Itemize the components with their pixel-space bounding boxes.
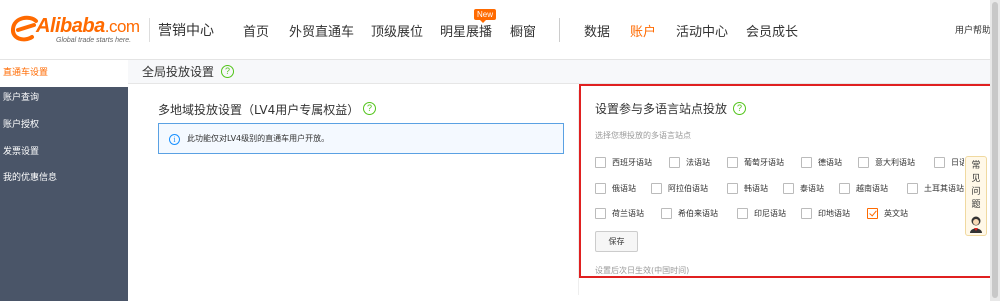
nav-activity-center[interactable]: 活动中心: [676, 21, 728, 40]
nav-star-showcase[interactable]: 明星展播: [440, 21, 492, 40]
multi-region-title: 多地域投放设置（LV4用户专属权益）: [158, 103, 360, 117]
vertical-scrollbar[interactable]: [990, 0, 1000, 301]
faq-float-button[interactable]: 常见问题: [965, 156, 987, 236]
checkbox-turkish-site[interactable]: 土耳其语站: [907, 183, 964, 195]
alibaba-logo[interactable]: Alibaba.com Global trade starts here.: [8, 12, 146, 48]
info-circle-icon: i: [169, 134, 180, 145]
lv4-notice: i 此功能仅对LV4级别的直通车用户开放。: [158, 123, 564, 154]
faq-label: 常见问题: [971, 161, 981, 210]
multilingual-title: 设置参与多语言站点投放: [595, 102, 728, 116]
multilingual-sites-panel: 设置参与多语言站点投放 ? 选择您想投放的多语言站点 西班牙语站 法语站 葡萄牙…: [579, 84, 994, 278]
customer-service-avatar-icon: [970, 216, 982, 233]
scrollbar-thumb[interactable]: [992, 2, 998, 298]
question-circle-icon[interactable]: ?: [733, 102, 746, 115]
nav-showcase[interactable]: 橱窗: [510, 21, 536, 40]
top-bar: Alibaba.com Global trade starts here. 营销…: [0, 0, 1000, 60]
sidebar-item-my-offers[interactable]: 我的优惠信息: [0, 165, 128, 192]
sidebar-item-account-query[interactable]: 账户查询: [0, 85, 128, 112]
save-button[interactable]: 保存: [595, 231, 638, 252]
brand-suffix: .com: [104, 17, 140, 36]
sidebar-item-invoice-settings[interactable]: 发票设置: [0, 139, 128, 166]
nav-member-growth[interactable]: 会员成长: [746, 21, 798, 40]
new-badge: New: [474, 9, 497, 23]
multilingual-subtitle: 选择您想投放的多语言站点: [595, 131, 691, 140]
section-header: 全局投放设置 ?: [128, 60, 990, 84]
main-content: 全局投放设置 ? 多地域投放设置（LV4用户专属权益） ? i 此功能仅对LV4…: [128, 60, 994, 301]
lv4-notice-text: 此功能仅对LV4级别的直通车用户开放。: [187, 134, 330, 143]
question-circle-icon[interactable]: ?: [363, 102, 376, 115]
sidebar-item-p4p-settings[interactable]: 直通车设置: [0, 60, 128, 87]
nav-p4p[interactable]: 外贸直通车: [289, 21, 354, 40]
nav-account[interactable]: 账户: [630, 21, 656, 40]
effective-time-note: 设置后次日生效(中国时间): [595, 266, 690, 275]
question-circle-icon[interactable]: ?: [221, 65, 234, 78]
marketing-center-title[interactable]: 营销中心: [158, 20, 214, 40]
sidebar: 直通车设置 账户查询 账户授权 发票设置 我的优惠信息: [0, 60, 128, 301]
user-help-link[interactable]: 用户帮助: [955, 23, 991, 36]
sidebar-item-account-authorization[interactable]: 账户授权: [0, 112, 128, 139]
nav-home[interactable]: 首页: [243, 21, 269, 40]
brand-tagline: Global trade starts here.: [56, 37, 132, 44]
nav-divider: [559, 18, 560, 42]
logo-divider: [149, 18, 150, 42]
nav-data[interactable]: 数据: [584, 21, 610, 40]
nav-top-booth[interactable]: 顶级展位: [371, 21, 423, 40]
multi-region-panel: 多地域投放设置（LV4用户专属权益） ? i 此功能仅对LV4级别的直通车用户开…: [144, 90, 579, 295]
checkbox-japanese-site[interactable]: 日语站: [934, 157, 964, 169]
section-title: 全局投放设置: [142, 65, 215, 79]
brand-name: Alibaba: [36, 15, 105, 37]
